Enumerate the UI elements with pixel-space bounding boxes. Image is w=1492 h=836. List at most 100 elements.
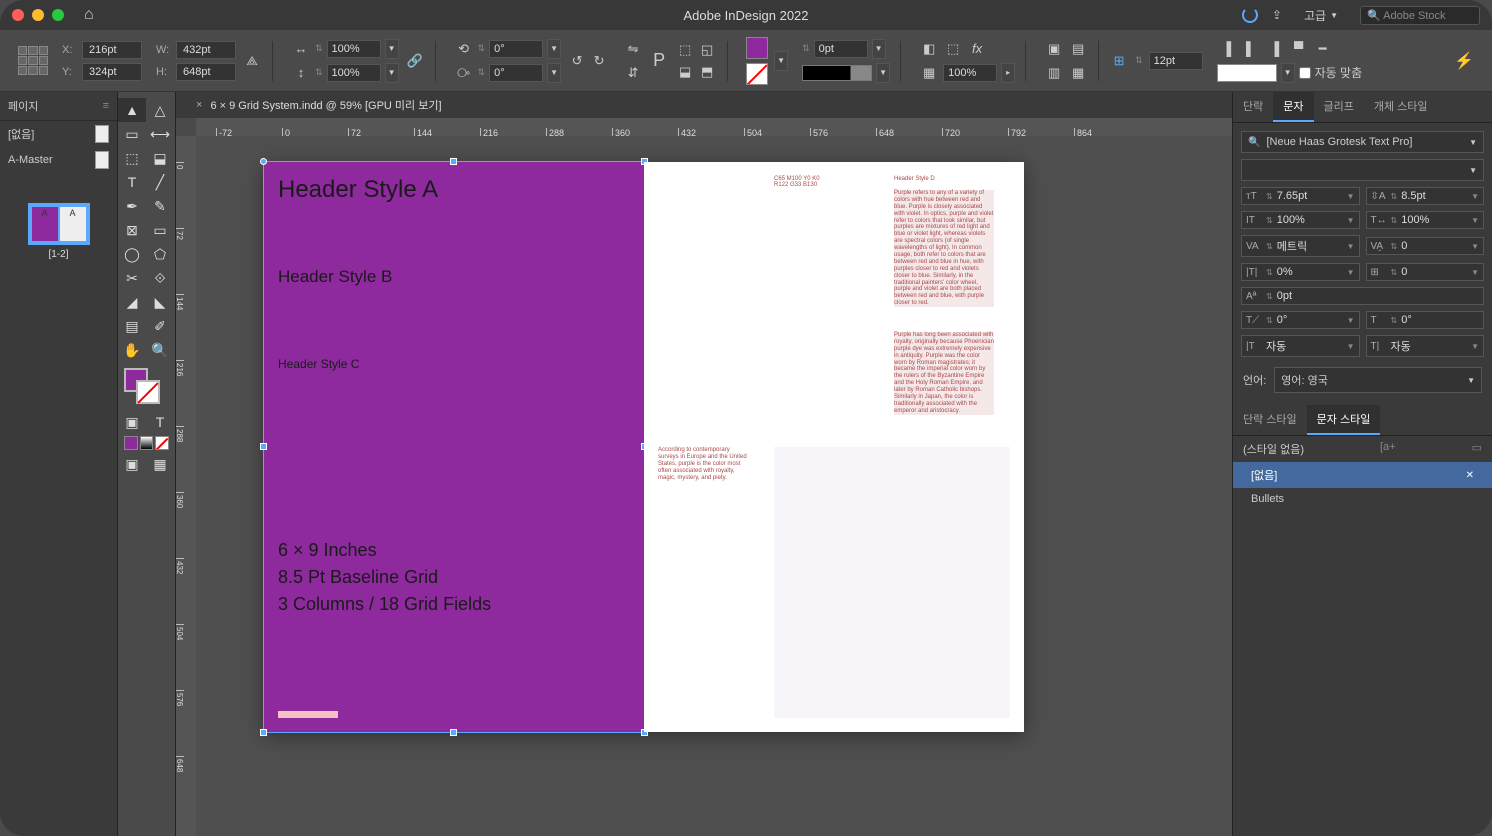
rotate-dropdown[interactable]: ▼ [547, 39, 561, 59]
leading-input[interactable]: ⇳A⇅8.5pt▼ [1366, 187, 1485, 205]
line-tool[interactable]: ╱ [146, 170, 174, 194]
quick-apply-icon[interactable]: ⚡ [1454, 51, 1474, 71]
gradient-feather-tool[interactable]: ◣ [146, 290, 174, 314]
corner-options-icon[interactable]: ⬚ [943, 39, 963, 59]
spread-1-2[interactable]: A A [28, 203, 90, 245]
fill-swatch[interactable] [746, 37, 768, 59]
stroke-proxy[interactable] [136, 380, 160, 404]
stepper-icon[interactable]: ⇅ [1391, 242, 1398, 251]
zoom-tool[interactable]: 🔍 [146, 338, 174, 362]
scale-y-dropdown[interactable]: ▼ [385, 63, 399, 83]
pen-tool[interactable]: ✒ [118, 194, 146, 218]
scale-y-input[interactable]: 100% [327, 64, 381, 82]
polygon-tool[interactable]: ⬠ [146, 242, 174, 266]
gap-stepper[interactable]: ⇅ [1135, 55, 1143, 66]
close-tab-button[interactable]: × [196, 99, 202, 111]
link-scale-icon[interactable]: 🔗 [405, 51, 425, 71]
adobe-stock-search[interactable]: 🔍 Adobe Stock [1360, 6, 1480, 25]
vertical-ruler[interactable]: 072144216288360432504576648 [176, 136, 196, 836]
master-a-item[interactable]: A-Master [0, 147, 117, 173]
tab-glyphs[interactable]: 글리프 [1314, 92, 1364, 122]
horizontal-scale-input[interactable]: T↔⇅100%▼ [1366, 211, 1485, 229]
align-center-icon[interactable]: ▌ [1241, 39, 1261, 59]
tab-object-styles[interactable]: 개체 스타일 [1364, 92, 1438, 122]
constrain-proportions-icon[interactable]: ⟁ [242, 51, 262, 71]
stroke-weight-input[interactable]: 0pt [814, 40, 868, 58]
rectangle-frame-tool[interactable]: ⊠ [118, 218, 146, 242]
apply-color-icon[interactable] [124, 436, 138, 450]
tsume-input[interactable]: ⊞⇅0▼ [1366, 263, 1485, 281]
apply-none-icon[interactable] [155, 436, 169, 450]
master-none-item[interactable]: [없음] [0, 121, 117, 147]
view-mode-normal-icon[interactable]: ▣ [118, 452, 146, 476]
text-wrap-jump-icon[interactable]: ▦ [1068, 63, 1088, 83]
tab-character[interactable]: 문자 [1273, 92, 1313, 122]
formatting-container-icon[interactable]: ▣ [118, 410, 146, 434]
gradient-swatch-tool[interactable]: ◢ [118, 290, 146, 314]
canvas[interactable]: Header Style A Header Style B Header Sty… [196, 136, 1232, 836]
stroke-style-picker[interactable] [802, 65, 872, 81]
stepper-icon[interactable]: ⇅ [1391, 316, 1398, 325]
scale-y-stepper[interactable]: ⇅ [315, 67, 323, 78]
x-input[interactable] [82, 41, 142, 59]
home-icon[interactable]: ⌂ [84, 6, 94, 24]
baseline-shift-input[interactable]: |T|⇅0%▼ [1241, 263, 1360, 281]
text-wrap-shape-icon[interactable]: ▥ [1044, 63, 1064, 83]
apply-gradient-icon[interactable] [140, 436, 154, 450]
formatting-text-icon[interactable]: T [146, 410, 174, 434]
align-middle-icon[interactable]: ━ [1313, 39, 1333, 59]
language-select[interactable]: 영어: 영국 ▼ [1274, 367, 1482, 393]
content-placer-tool[interactable]: ⬓ [146, 146, 174, 170]
kerning-input[interactable]: VA⇅메트릭▼ [1241, 235, 1360, 257]
minimize-window-button[interactable] [32, 9, 44, 21]
style-bullets[interactable]: Bullets [1233, 488, 1492, 510]
flip-h-icon[interactable]: ⇋ [623, 39, 643, 59]
close-icon[interactable]: ✕ [1466, 470, 1474, 481]
font-family-select[interactable]: 🔍 [Neue Haas Grotesk Text Pro] ▼ [1241, 131, 1484, 153]
align-right-icon[interactable]: ▐ [1265, 39, 1285, 59]
workspace-switcher[interactable]: 고급 ▼ [1296, 5, 1346, 26]
stepper-icon[interactable]: ⇅ [1266, 216, 1273, 225]
vertical-scale-input[interactable]: IT⇅100%▼ [1241, 211, 1360, 229]
type-tool[interactable]: T [118, 170, 146, 194]
tab-paragraph[interactable]: 단락 [1233, 92, 1273, 122]
content-collector-tool[interactable]: ⬚ [118, 146, 146, 170]
tab-character-styles[interactable]: 문자 스타일 [1307, 405, 1381, 435]
font-size-input[interactable]: тT⇅7.65pt▼ [1241, 187, 1360, 205]
drop-shadow-icon[interactable]: ◧ [919, 39, 939, 59]
stepper-icon[interactable]: ⇅ [1391, 268, 1398, 277]
stepper-icon[interactable]: ⇅ [1266, 242, 1273, 251]
stepper-icon[interactable]: ⇅ [1266, 292, 1273, 301]
share-icon[interactable]: ⇪ [1272, 8, 1282, 22]
style-none[interactable]: [없음] ✕ [1233, 462, 1492, 488]
rectangle-tool[interactable]: ▭ [146, 218, 174, 242]
note-tool[interactable]: ▤ [118, 314, 146, 338]
selection-tool[interactable]: ▲ [118, 98, 146, 122]
select-prev-icon[interactable]: ⬓ [675, 62, 695, 82]
style-no-style[interactable]: (스타일 없음) [a+ ▭ [1233, 436, 1492, 462]
select-container-icon[interactable]: ⬚ [675, 40, 695, 60]
maximize-window-button[interactable] [52, 9, 64, 21]
gap-tool[interactable]: ⟷ [146, 122, 174, 146]
rotate-ccw-icon[interactable]: ↺ [567, 51, 587, 71]
stroke-weight-dropdown[interactable]: ▼ [872, 39, 886, 59]
document-tab[interactable]: × 6 × 9 Grid System.indd @ 59% [GPU 미리 보… [186, 93, 452, 117]
page-right[interactable]: C65 M100 Y0 K0 R122 G33 B130 Header Styl… [644, 162, 1024, 732]
color-proxy[interactable] [118, 362, 175, 410]
new-folder-icon[interactable]: ▭ [1472, 441, 1482, 457]
select-next-icon[interactable]: ⬒ [697, 62, 717, 82]
y-input[interactable] [82, 63, 142, 81]
pages-panel-menu-icon[interactable]: ≡ [103, 100, 109, 112]
shear-stepper[interactable]: ⇅ [478, 67, 486, 78]
opacity-dropdown[interactable]: ▸ [1001, 63, 1015, 83]
w-input[interactable] [176, 41, 236, 59]
shear-dropdown[interactable]: ▼ [547, 63, 561, 83]
page-2-thumb[interactable]: A [59, 206, 87, 242]
pencil-tool[interactable]: ✎ [146, 194, 174, 218]
auto-fit-checkbox[interactable]: 자동 맞춤 [1299, 64, 1363, 81]
scissors-tool[interactable]: ✂ [118, 266, 146, 290]
eyedropper-tool[interactable]: ✐ [146, 314, 174, 338]
reference-point-proxy[interactable] [18, 46, 48, 76]
auto-leading-2[interactable]: T|자동▼ [1366, 335, 1485, 357]
stepper-icon[interactable]: ⇅ [1266, 316, 1273, 325]
